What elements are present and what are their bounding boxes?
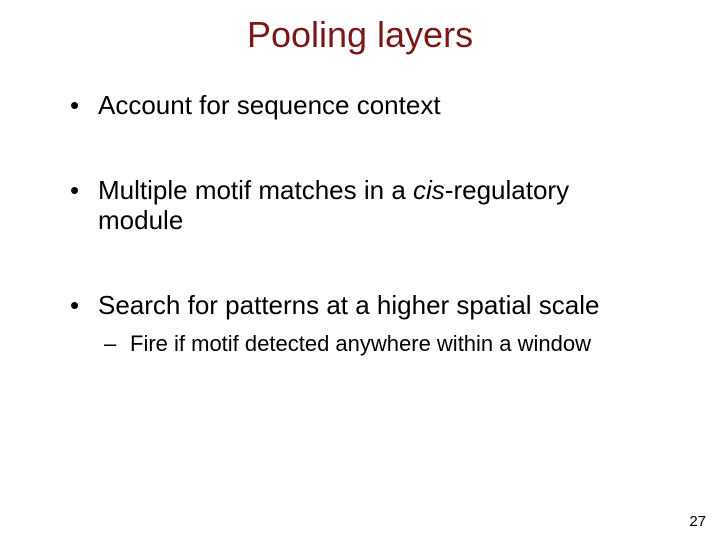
bullet-text-italic: cis [413, 175, 445, 205]
bullet-item: Search for patterns at a higher spatial … [70, 290, 660, 321]
bullet-text: Search for patterns at a higher spatial … [98, 290, 600, 320]
slide: Pooling layers Account for sequence cont… [0, 0, 720, 540]
sub-bullet-item: Fire if motif detected anywhere within a… [70, 331, 660, 357]
sub-bullet-text: Fire if motif detected anywhere within a… [130, 331, 591, 356]
bullet-text-part: Multiple motif matches in a [98, 175, 413, 205]
bullet-item: Multiple motif matches in a cis-regulato… [70, 175, 660, 236]
slide-title: Pooling layers [0, 14, 720, 56]
slide-body: Account for sequence context Multiple mo… [70, 90, 660, 357]
bullet-item: Account for sequence context [70, 90, 660, 121]
bullet-text: Account for sequence context [98, 90, 441, 120]
page-number: 27 [689, 513, 706, 530]
